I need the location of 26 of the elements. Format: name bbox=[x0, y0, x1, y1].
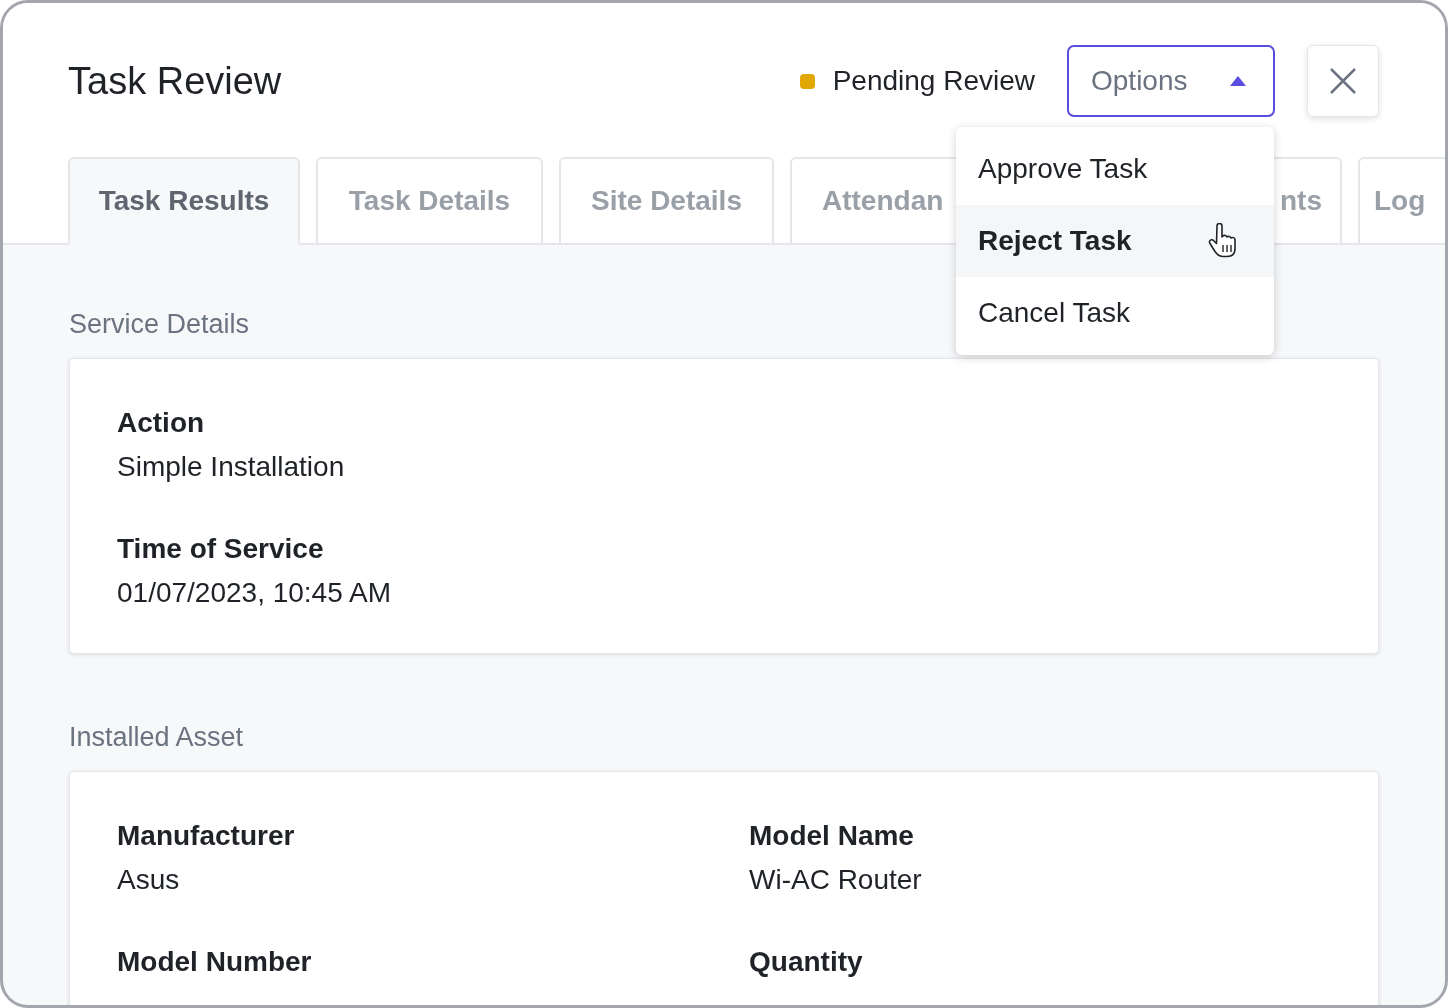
field-value: Simple Installation bbox=[117, 451, 346, 483]
status-label: Pending Review bbox=[832, 65, 1035, 97]
field-value: Asus bbox=[117, 864, 181, 896]
menu-item[interactable]: Approve Task bbox=[956, 133, 1274, 205]
field-label: Manufacturer bbox=[117, 820, 296, 852]
tab[interactable]: Site Details bbox=[559, 157, 774, 245]
close-button[interactable] bbox=[1307, 45, 1379, 117]
section-title: Installed Asset bbox=[69, 722, 244, 753]
field-label: Quantity bbox=[749, 946, 864, 978]
tab[interactable]: Task Results bbox=[68, 157, 300, 245]
hand-cursor-icon bbox=[1208, 223, 1238, 259]
tab[interactable]: Log bbox=[1358, 157, 1445, 245]
tab[interactable]: Task Details bbox=[316, 157, 543, 245]
close-icon bbox=[1329, 67, 1357, 95]
section-title: Service Details bbox=[69, 309, 250, 340]
window-title: Task Review bbox=[68, 59, 283, 103]
menu-item[interactable]: Reject Task bbox=[956, 205, 1274, 277]
field-label: Model Number bbox=[117, 946, 313, 978]
caret-icon bbox=[1229, 75, 1247, 87]
field-value: 01/07/2023, 10:45 AM bbox=[117, 577, 392, 609]
field-value: Wi-AC Router bbox=[749, 864, 923, 896]
menu-item[interactable]: Cancel Task bbox=[956, 277, 1274, 349]
field-label: Time of Service bbox=[117, 533, 325, 565]
field-label: Model Name bbox=[749, 820, 915, 852]
options-dropdown-button[interactable]: Options bbox=[1067, 45, 1275, 117]
field-label: Action bbox=[117, 407, 206, 439]
